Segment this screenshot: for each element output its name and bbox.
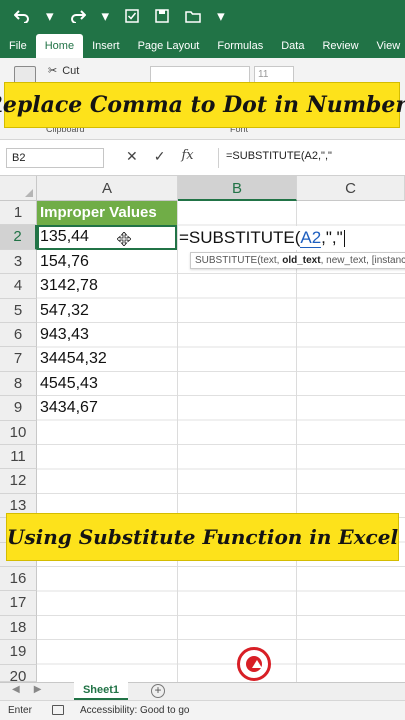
cell-grid[interactable]: Improper Values 135,44 154,76 3142,78 54… [37, 201, 405, 682]
row-header-2[interactable]: 2 [0, 225, 37, 250]
sheet-tab-sheet1[interactable]: Sheet1 [74, 682, 128, 700]
cell-a7[interactable]: 34454,32 [37, 347, 177, 371]
add-sheet-icon[interactable]: + [151, 684, 165, 698]
tab-file[interactable]: File [0, 34, 36, 58]
cancel-icon[interactable]: ✕ [126, 148, 138, 165]
cell-a2[interactable]: 135,44 [37, 225, 177, 250]
status-mode: Enter [8, 705, 32, 716]
tab-page-layout[interactable]: Page Layout [129, 34, 209, 58]
cell-a4[interactable]: 3142,78 [37, 274, 177, 298]
tab-review[interactable]: Review [313, 34, 367, 58]
ribbon-tabs: File Home Insert Page Layout Formulas Da… [0, 32, 405, 58]
row-header-7[interactable]: 7 [0, 347, 37, 372]
tooltip-rest: , new_text, [instance_num]) [320, 255, 405, 266]
subtitle-banner: Using Substitute Function in Excel [6, 513, 399, 561]
select-all-corner[interactable] [0, 176, 37, 201]
edit-text-prefix: =SUBSTITUTE( [179, 228, 301, 247]
formula-buttons: ✕ ✓ fx [126, 148, 194, 165]
column-header-b[interactable]: B [178, 176, 297, 201]
cell-b2-editor[interactable]: =SUBSTITUTE(A2,"," [178, 226, 405, 250]
enter-check-icon[interactable]: ✓ [154, 148, 166, 165]
tab-home[interactable]: Home [35, 34, 84, 58]
cell-a5[interactable]: 547,32 [37, 299, 177, 323]
cell-a8[interactable]: 4545,43 [37, 372, 177, 396]
chevron-right-icon[interactable]: ▶ [34, 684, 42, 695]
sheet-nav: ◀ ▶ [12, 684, 41, 695]
column-header-a[interactable]: A [37, 176, 178, 201]
record-badge-icon [237, 647, 271, 681]
row-header-12[interactable]: 12 [0, 469, 37, 494]
checkbox-icon[interactable] [125, 9, 139, 23]
name-box[interactable]: B2 [6, 148, 104, 168]
row-header-5[interactable]: 5 [0, 298, 37, 323]
function-tooltip: SUBSTITUTE(text, old_text, new_text, [in… [190, 252, 405, 269]
row-header-18[interactable]: 18 [0, 615, 37, 641]
cursor-move-icon [117, 232, 131, 247]
edit-text-reference: A2 [300, 228, 322, 248]
row-header-17[interactable]: 17 [0, 591, 37, 616]
row-header-9[interactable]: 9 [0, 396, 37, 421]
tooltip-function[interactable]: SUBSTITUTE(text, [195, 255, 282, 266]
row-header-4[interactable]: 4 [0, 274, 37, 299]
row-header-6[interactable]: 6 [0, 323, 37, 348]
row-header-16[interactable]: 16 [0, 567, 37, 592]
undo-icon[interactable] [14, 9, 30, 23]
accessibility-status[interactable]: Accessibility: Good to go [80, 701, 190, 720]
formula-divider [218, 148, 219, 168]
title-banner: Replace Comma to Dot in Numbers [0, 82, 405, 128]
row-header-10[interactable]: 10 [0, 420, 37, 445]
customize-quick-access-icon[interactable]: ▾ [217, 9, 225, 24]
cell-a3[interactable]: 154,76 [37, 250, 177, 274]
tab-formulas[interactable]: Formulas [208, 34, 272, 58]
sheet-stats-icon[interactable] [52, 705, 64, 715]
row-header-8[interactable]: 8 [0, 371, 37, 397]
cell-a1[interactable]: Improper Values [37, 201, 177, 226]
redo-icon[interactable] [70, 9, 86, 23]
cut-label: Cut [62, 64, 80, 77]
row-header-1[interactable]: 1 [0, 201, 37, 226]
tab-insert[interactable]: Insert [83, 34, 129, 58]
tab-data[interactable]: Data [272, 34, 313, 58]
chevron-down-icon[interactable]: ▾ [46, 9, 54, 24]
chevron-down-icon[interactable]: ▾ [102, 9, 110, 24]
text-caret [343, 230, 345, 248]
insert-function-icon[interactable]: fx [181, 148, 193, 165]
row-header-3[interactable]: 3 [0, 249, 37, 275]
formula-bar: B2 ✕ ✓ fx =SUBSTITUTE(A2,"," [0, 140, 405, 176]
tooltip-current-arg: old_text [282, 255, 321, 266]
sheet-tab-bar: ◀ ▶ Sheet1 + [0, 682, 405, 700]
cut-button[interactable]: ✂ Cut [48, 64, 80, 78]
save-icon[interactable] [155, 9, 169, 23]
row-header-19[interactable]: 19 [0, 640, 37, 665]
cell-a6[interactable]: 943,43 [37, 323, 177, 347]
row-header-20[interactable]: 20 [0, 664, 37, 682]
formula-input[interactable]: =SUBSTITUTE(A2,"," [226, 150, 332, 162]
chevron-left-icon[interactable]: ◀ [12, 684, 20, 695]
folder-icon[interactable] [185, 10, 201, 23]
cell-a9[interactable]: 3434,67 [37, 396, 177, 420]
status-bar: Enter Accessibility: Good to go [0, 700, 405, 720]
edit-text-suffix: ,"," [321, 228, 343, 247]
excel-window: ▾ ▾ ▾ File Home Insert Page Layout Formu… [0, 0, 405, 720]
row-header-11[interactable]: 11 [0, 445, 37, 470]
cell-a2-value: 135,44 [40, 228, 89, 246]
scissors-icon: ✂ [48, 65, 58, 77]
title-bar: ▾ ▾ ▾ [0, 0, 405, 32]
tab-view[interactable]: View [368, 34, 405, 58]
column-header-c[interactable]: C [297, 176, 405, 201]
